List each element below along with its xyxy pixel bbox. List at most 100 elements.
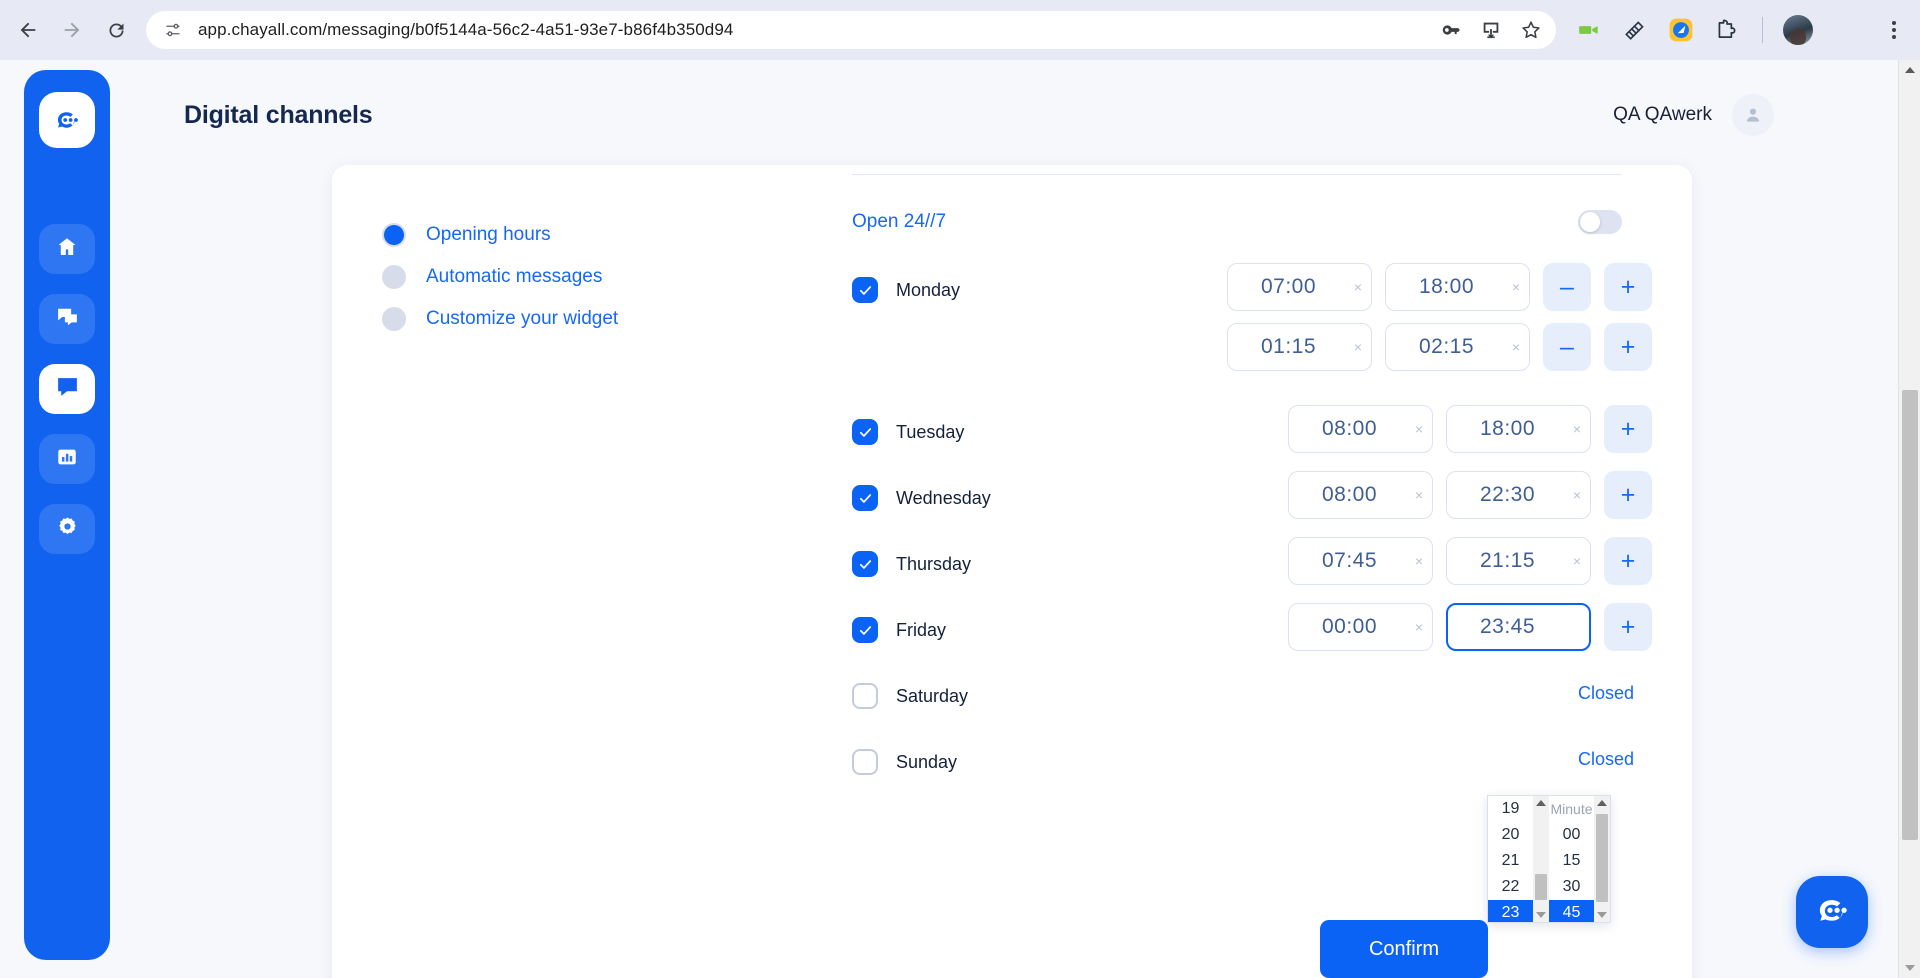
step-customize-widget[interactable]: Customize your widget [382,307,618,331]
step-opening-hours[interactable]: Opening hours [382,223,618,247]
sidebar-item-home[interactable] [39,224,95,274]
chat-widget-launcher[interactable] [1796,876,1868,948]
extension-bar [1574,15,1813,45]
clear-x-icon[interactable]: × [1354,340,1362,354]
end-time-input[interactable]: 18:00 × [1385,263,1530,311]
scroll-down-arrow-icon[interactable] [1536,912,1546,918]
start-time-input[interactable]: 00:00 × [1288,603,1433,651]
hour-option[interactable]: 20 [1488,822,1533,848]
day-name: Friday [896,619,947,640]
avatar[interactable] [1732,94,1774,136]
closed-label: Closed [1577,748,1634,769]
open-24-7-row: Open 24//7 [852,195,1652,249]
end-time-input[interactable]: 22:30 × [1446,471,1591,519]
check-icon [859,625,871,635]
back-button[interactable] [8,10,48,50]
add-slot-button[interactable]: + [1604,603,1652,651]
forward-button[interactable] [52,10,92,50]
notes-extension-icon[interactable] [1620,15,1650,45]
site-settings-icon[interactable] [160,17,186,43]
puzzle-extensions-icon[interactable] [1712,15,1742,45]
minute-option[interactable]: 00 [1549,822,1594,848]
scrollbar-up-button[interactable] [1899,60,1920,80]
end-time-input[interactable]: 23:45 [1446,603,1591,651]
time-picker-dropdown: 19 20 21 22 23 Minute 00 15 30 45 [1487,795,1611,923]
clear-x-icon[interactable]: × [1415,422,1423,436]
day-checkbox-saturday[interactable] [852,683,878,709]
day-label-group: Sunday [852,735,1182,775]
hour-option[interactable]: 19 [1488,796,1533,822]
day-checkbox-tuesday[interactable] [852,419,878,445]
profile-avatar-icon[interactable] [1783,15,1813,45]
start-time-input[interactable]: 07:45 × [1288,537,1433,585]
sidebar-item-settings[interactable] [39,504,95,554]
minute-scroll-thumb[interactable] [1596,814,1608,902]
sidebar-item-statistics[interactable] [39,434,95,484]
day-name: Wednesday [896,487,991,508]
day-name: Saturday [896,685,969,706]
sidebar-item-conversations[interactable] [39,294,95,344]
remove-slot-button[interactable]: – [1543,323,1591,371]
kebab-menu-icon[interactable] [1878,14,1910,46]
password-key-icon[interactable] [1438,17,1464,43]
start-time-input[interactable]: 07:00 × [1227,263,1372,311]
confirm-button[interactable]: Confirm [1320,920,1488,978]
scrollbar-down-button[interactable] [1899,958,1920,978]
day-row: Saturday Closed [852,669,1652,731]
clear-x-icon[interactable]: × [1415,488,1423,502]
hour-option-selected[interactable]: 23 [1488,900,1533,922]
sidebar-item-digital-channels[interactable] [39,364,95,414]
minute-option[interactable]: 15 [1549,848,1594,874]
step-automatic-messages[interactable]: Automatic messages [382,265,618,289]
bookmark-star-icon[interactable] [1518,17,1544,43]
clear-x-icon[interactable]: × [1573,488,1581,502]
time-slots: Closed [1182,735,1652,795]
address-bar[interactable]: app.chayall.com/messaging/b0f5144a-56c2-… [146,11,1556,49]
install-app-icon[interactable] [1478,17,1504,43]
day-checkbox-friday[interactable] [852,617,878,643]
screen-recorder-icon[interactable] [1574,15,1604,45]
clear-x-icon[interactable]: × [1512,340,1520,354]
end-time-input[interactable]: 18:00 × [1446,405,1591,453]
hour-scroll-thumb[interactable] [1535,874,1547,900]
scrollbar-thumb[interactable] [1902,390,1918,840]
hour-option[interactable]: 21 [1488,848,1533,874]
minute-option-selected[interactable]: 45 [1549,900,1594,922]
day-checkbox-sunday[interactable] [852,749,878,775]
minute-scrollbar[interactable] [1594,796,1610,922]
end-time-input[interactable]: 02:15 × [1385,323,1530,371]
add-slot-button[interactable]: + [1604,263,1652,311]
start-time-input[interactable]: 08:00 × [1288,405,1433,453]
back-arrow-icon [17,19,39,41]
add-slot-button[interactable]: + [1604,323,1652,371]
end-time-input[interactable]: 21:15 × [1446,537,1591,585]
scroll-down-arrow-icon[interactable] [1597,912,1607,918]
add-slot-button[interactable]: + [1604,537,1652,585]
clear-x-icon[interactable]: × [1415,554,1423,568]
start-time-input[interactable]: 08:00 × [1288,471,1433,519]
clear-x-icon[interactable]: × [1512,280,1520,294]
add-slot-button[interactable]: + [1604,471,1652,519]
open-24-7-toggle[interactable] [1578,210,1622,234]
remove-slot-button[interactable]: – [1543,263,1591,311]
reload-button[interactable] [96,10,136,50]
highlighter-extension-icon[interactable] [1666,15,1696,45]
hour-scrollbar[interactable] [1533,796,1549,922]
clear-x-icon[interactable]: × [1573,554,1581,568]
page-scrollbar[interactable] [1898,60,1920,978]
clear-x-icon[interactable]: × [1354,280,1362,294]
clear-x-icon[interactable]: × [1573,422,1581,436]
clear-x-icon[interactable]: × [1415,620,1423,634]
time-slot: Closed [1182,669,1652,717]
day-checkbox-wednesday[interactable] [852,485,878,511]
minute-option[interactable]: 30 [1549,874,1594,900]
add-slot-button[interactable]: + [1604,405,1652,453]
time-value: 22:30 [1479,483,1536,506]
day-checkbox-monday[interactable] [852,277,878,303]
start-time-input[interactable]: 01:15 × [1227,323,1372,371]
hour-option[interactable]: 22 [1488,874,1533,900]
scroll-up-arrow-icon[interactable] [1597,800,1607,806]
day-checkbox-thursday[interactable] [852,551,878,577]
chayall-logo[interactable] [39,92,95,148]
scroll-up-arrow-icon[interactable] [1536,800,1546,806]
